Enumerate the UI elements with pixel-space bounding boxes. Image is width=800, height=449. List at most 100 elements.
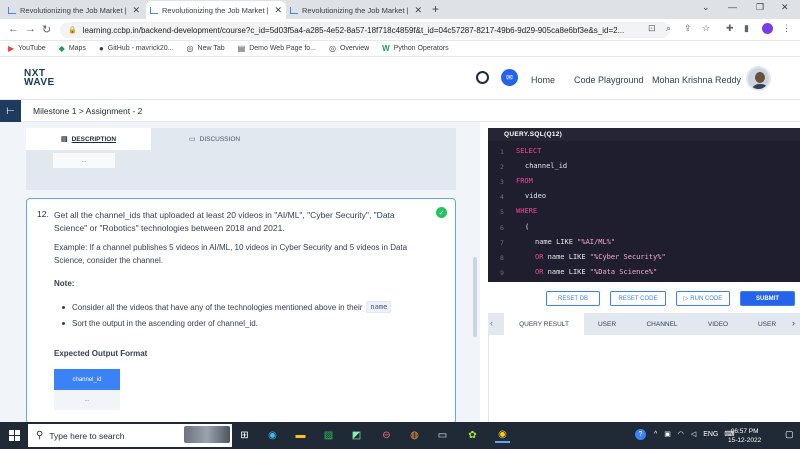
bookmark-overview[interactable]: ◎ Overview <box>329 44 369 53</box>
install-icon[interactable]: ⊡ <box>648 23 656 34</box>
tab-search-icon[interactable]: ⌄ <box>702 2 710 13</box>
note-item: Sort the output in the ascending order o… <box>62 319 258 328</box>
sidepanel-icon[interactable]: ▮ <box>744 23 749 34</box>
user-name[interactable]: Mohan Krishna Reddy <box>652 75 741 85</box>
bookmark-label: Python Operators <box>393 45 449 52</box>
bookmark-youtube[interactable]: ▶ YouTube <box>8 44 46 53</box>
tab-discussion[interactable]: ▭ DISCUSSION <box>151 128 456 150</box>
scroll-left-icon[interactable]: ‹ <box>490 318 493 328</box>
windows-start-icon[interactable] <box>9 430 20 441</box>
tab-channel[interactable]: CHANNEL <box>642 313 682 335</box>
settings-app-icon[interactable]: ✿ <box>465 428 480 443</box>
left-scrollbar[interactable] <box>473 257 477 337</box>
w3schools-icon: W <box>382 44 390 53</box>
bookmarks-bar: ▶ YouTube ◆ Maps ● GitHub - mavrick20... ◎ N… <box>0 41 800 57</box>
wifi-icon[interactable]: ◠ <box>678 431 684 438</box>
avatar[interactable] <box>746 66 771 91</box>
file-explorer-icon[interactable]: ▬ <box>293 428 308 443</box>
scroll-right-icon[interactable]: › <box>792 318 795 328</box>
language-indicator[interactable]: ENG <box>703 431 718 438</box>
reset-db-button[interactable]: RESET DB <box>546 291 600 306</box>
browser-tab-1[interactable]: Revolutionizing the Job Market | ✕ <box>4 1 144 19</box>
bookmark-star-icon[interactable]: ☆ <box>702 23 710 34</box>
tab-video[interactable]: VIDEO <box>702 313 734 335</box>
youtube-icon: ▶ <box>8 44 15 53</box>
submit-button[interactable]: SUBMIT <box>740 291 795 306</box>
close-tab-icon[interactable]: ✕ <box>132 5 140 16</box>
code-line-2: channel_id <box>525 162 568 170</box>
code-line-4: video <box>525 192 547 200</box>
url-input[interactable]: 🔒 learning.ccbp.in/backend-development/c… <box>60 22 670 38</box>
system-tray: ? ^ ▣ ◠ ◁ ENG ⌨ <box>635 429 734 440</box>
close-tab-icon[interactable]: ✕ <box>274 5 282 16</box>
code-string: "%Data Science%" <box>589 268 658 276</box>
extensions-icon[interactable]: ✚ <box>726 23 734 34</box>
search-placeholder: Type here to search <box>49 430 125 441</box>
line-number: 2 <box>500 163 504 171</box>
bookmark-github[interactable]: ● GitHub - mavrick20... <box>99 44 174 53</box>
tab-user[interactable]: USER <box>592 313 622 335</box>
back-icon[interactable]: ← <box>8 23 19 35</box>
tab-user-2[interactable]: USER <box>752 313 782 335</box>
breadcrumb[interactable]: Milestone 1 > Assignment - 2 <box>33 106 142 116</box>
terminal-icon[interactable]: ▭ <box>435 428 450 443</box>
bookmark-python[interactable]: W Python Operators <box>382 44 448 53</box>
question-text: Get all the channel_ids that uploaded at… <box>54 210 395 233</box>
globe-icon: ◎ <box>186 44 194 53</box>
bookmark-maps[interactable]: ◆ Maps <box>59 44 86 53</box>
bookmark-label: Overview <box>339 45 370 52</box>
chat-icon[interactable]: ✉ <box>501 69 518 86</box>
code-editor[interactable]: QUERY.SQL(Q12) 1 2 3 4 5 6 7 8 9 SELECT … <box>488 128 800 282</box>
tab-query-result[interactable]: QUERY RESULT <box>504 313 584 335</box>
sidebar-toggle-icon[interactable]: ⊢ <box>0 100 21 122</box>
new-tab-icon[interactable]: + <box>432 2 439 16</box>
line-number: 1 <box>500 148 504 156</box>
notepad-icon[interactable]: ▧ <box>321 428 336 443</box>
chrome-icon[interactable]: ◉ <box>495 428 510 443</box>
notifications-icon[interactable]: ▢ <box>785 429 794 440</box>
close-tab-icon[interactable]: ✕ <box>414 5 422 16</box>
volume-icon[interactable]: ◁ <box>691 431 696 438</box>
firefox-icon[interactable]: ◍ <box>407 428 422 443</box>
share-icon[interactable]: ⇪ <box>684 23 692 34</box>
browser-tab-3[interactable]: Revolutionizing the Job Market | ✕ <box>286 1 426 19</box>
help-icon[interactable]: ? <box>635 429 646 440</box>
menu-kebab-icon[interactable]: ⋮ <box>782 23 791 34</box>
reset-code-button[interactable]: RESET CODE <box>610 291 666 306</box>
network-icon[interactable]: ▣ <box>664 431 671 438</box>
breadcrumb-bar: ⊢ Milestone 1 > Assignment - 2 <box>0 100 800 122</box>
nav-home[interactable]: Home <box>531 75 555 85</box>
run-code-button[interactable]: ▷ RUN CODE <box>676 291 730 306</box>
zoom-icon[interactable]: ⌕ <box>666 23 671 34</box>
query-result-area <box>488 335 800 422</box>
bookmark-newtab[interactable]: ◎ New Tab <box>187 44 225 53</box>
media-app-icon[interactable]: ⊖ <box>379 428 394 443</box>
sticky-notes-icon[interactable]: ◩ <box>349 428 364 443</box>
maps-icon: ◆ <box>58 44 65 53</box>
reload-icon[interactable]: ↻ <box>42 23 51 36</box>
tray-chevron-icon[interactable]: ^ <box>654 431 657 438</box>
task-view-icon[interactable]: ⊞ <box>237 428 252 443</box>
bookmark-label: YouTube <box>18 45 46 52</box>
line-number: 7 <box>500 239 504 247</box>
timer-icon[interactable] <box>476 71 489 84</box>
window-close-icon[interactable]: ✕ <box>781 2 789 13</box>
nav-code-playground[interactable]: Code Playground <box>574 75 644 85</box>
check-icon: ✓ <box>436 207 447 218</box>
line-number: 3 <box>500 178 504 186</box>
clock-time: 06:57 PM <box>730 428 759 435</box>
nxtwave-logo[interactable]: NXT WAVE <box>24 69 55 88</box>
taskbar-clock[interactable]: 06:57 PM 15-12-2022 <box>728 427 761 445</box>
bookmark-demo[interactable]: ▤ Demo Web Page fo... <box>238 44 316 53</box>
maximize-icon[interactable]: ❐ <box>756 2 764 13</box>
tab-title: Revolutionizing the Job Market | <box>20 5 127 15</box>
tab-description[interactable]: ▤ DESCRIPTION <box>26 128 151 150</box>
clock-date: 15-12-2022 <box>728 437 762 444</box>
address-bar-row: ← → ↻ 🔒 learning.ccbp.in/backend-develop… <box>0 19 800 41</box>
browser-tab-2[interactable]: Revolutionizing the Job Market | ✕ <box>146 1 286 19</box>
edge-icon[interactable]: ◉ <box>265 428 280 443</box>
minimize-icon[interactable]: — <box>728 2 737 12</box>
line-number: 4 <box>500 193 504 201</box>
forward-icon[interactable]: → <box>25 23 36 35</box>
profile-avatar-icon[interactable] <box>762 23 773 34</box>
